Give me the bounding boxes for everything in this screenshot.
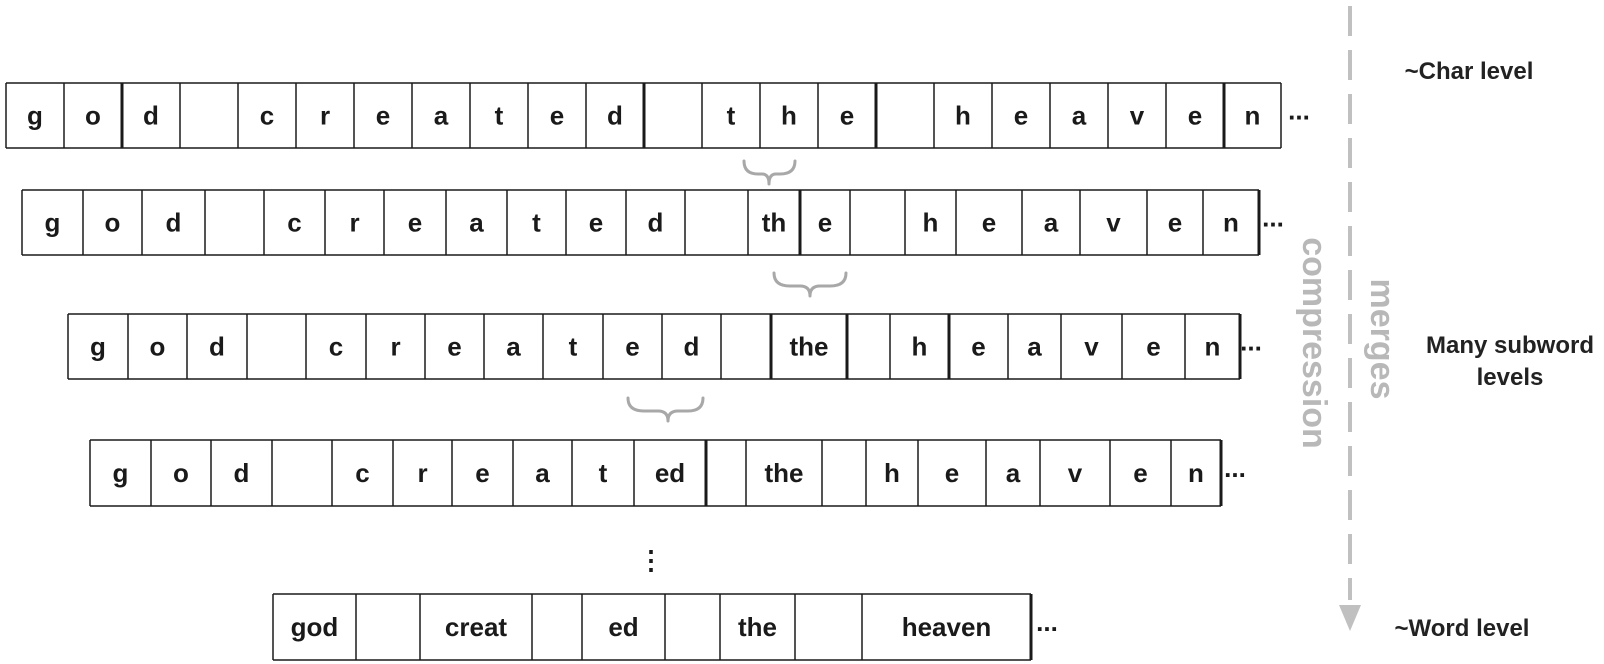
char-level-label: ~Char level — [1405, 58, 1534, 85]
token: v — [1106, 208, 1121, 238]
token: ed — [655, 458, 685, 488]
token: creat — [445, 612, 507, 642]
token: o — [85, 101, 101, 131]
token: e — [840, 101, 854, 131]
merge-brace-ed — [626, 396, 705, 423]
token-row: god creat ed the heaven... — [272, 593, 1058, 661]
token: h — [884, 458, 900, 488]
token: h — [955, 101, 971, 131]
row-ellipsis: ... — [1036, 607, 1058, 637]
token-row: g o d c r e a t e d the h e a v e n... — [67, 313, 1262, 380]
token: the — [738, 612, 777, 642]
token: e — [376, 101, 390, 131]
token: a — [535, 458, 550, 488]
token: a — [1027, 332, 1042, 362]
token: god — [291, 612, 339, 642]
token: a — [434, 101, 449, 131]
row-ellipsis: ... — [1262, 203, 1284, 233]
merges-arrow-head — [1339, 605, 1361, 631]
token: e — [945, 458, 959, 488]
merges-label: merges — [1363, 279, 1401, 400]
token: v — [1084, 332, 1099, 362]
token: e — [1188, 101, 1202, 131]
token: g — [45, 208, 61, 238]
token: r — [417, 458, 427, 488]
token: h — [923, 208, 939, 238]
token: t — [495, 101, 504, 131]
merges-arrow — [1339, 6, 1361, 631]
token: e — [818, 208, 832, 238]
token: d — [684, 332, 700, 362]
token: heaven — [902, 612, 992, 642]
token: a — [1006, 458, 1021, 488]
token: a — [469, 208, 484, 238]
token: h — [781, 101, 797, 131]
merge-brace-the — [772, 271, 848, 298]
token: c — [329, 332, 343, 362]
token: d — [143, 101, 159, 131]
token: d — [607, 101, 623, 131]
token: a — [1044, 208, 1059, 238]
token: t — [569, 332, 578, 362]
token: r — [349, 208, 359, 238]
subword-level-label-line2: levels — [1477, 364, 1544, 391]
token: e — [447, 332, 461, 362]
token: e — [971, 332, 985, 362]
token-row: g o d c r e a t ed the h e a v e n... — [89, 439, 1246, 507]
token: c — [287, 208, 301, 238]
token: o — [173, 458, 189, 488]
token: e — [408, 208, 422, 238]
token-row: g o d c r e a t e d t h e h e a v e n... — [5, 82, 1310, 149]
merge-brace-th — [742, 159, 797, 186]
token: d — [209, 332, 225, 362]
token: e — [475, 458, 489, 488]
token: e — [1168, 208, 1182, 238]
token: v — [1068, 458, 1083, 488]
token: g — [90, 332, 106, 362]
token: d — [648, 208, 664, 238]
token: the — [790, 332, 829, 362]
token: a — [506, 332, 521, 362]
row-ellipsis: ... — [1288, 96, 1310, 126]
token: h — [912, 332, 928, 362]
token: n — [1205, 332, 1221, 362]
token: g — [27, 101, 43, 131]
token: o — [105, 208, 121, 238]
token: e — [625, 332, 639, 362]
token: n — [1188, 458, 1204, 488]
token: the — [765, 458, 804, 488]
compression-label: compression — [1295, 237, 1333, 449]
token: e — [550, 101, 564, 131]
tokenization-diagram: god created the h e a v e n ...g o d created th e… — [5, 6, 1594, 661]
token: e — [982, 208, 996, 238]
token: n — [1245, 101, 1261, 131]
token: v — [1130, 101, 1145, 131]
token: n — [1223, 208, 1239, 238]
token: c — [355, 458, 369, 488]
token: e — [1014, 101, 1028, 131]
token: th — [762, 208, 787, 238]
token: t — [727, 101, 736, 131]
token: e — [589, 208, 603, 238]
vertical-ellipsis: ⋮ — [638, 545, 664, 575]
subword-level-label-line1: Many subword — [1426, 332, 1594, 359]
token: g — [113, 458, 129, 488]
word-level-label: ~Word level — [1395, 615, 1530, 642]
token: a — [1072, 101, 1087, 131]
token: d — [166, 208, 182, 238]
token: r — [390, 332, 400, 362]
row-ellipsis: ... — [1224, 453, 1246, 483]
token: t — [599, 458, 608, 488]
token: ed — [608, 612, 638, 642]
token: t — [532, 208, 541, 238]
token: r — [320, 101, 330, 131]
token: c — [260, 101, 274, 131]
token: e — [1133, 458, 1147, 488]
merge-braces — [626, 159, 848, 423]
row-ellipsis: ... — [1240, 327, 1262, 357]
token: d — [234, 458, 250, 488]
token: e — [1146, 332, 1160, 362]
token: o — [150, 332, 166, 362]
token-row: g o d c r e a t e d th e h e a v e n... — [21, 189, 1284, 256]
